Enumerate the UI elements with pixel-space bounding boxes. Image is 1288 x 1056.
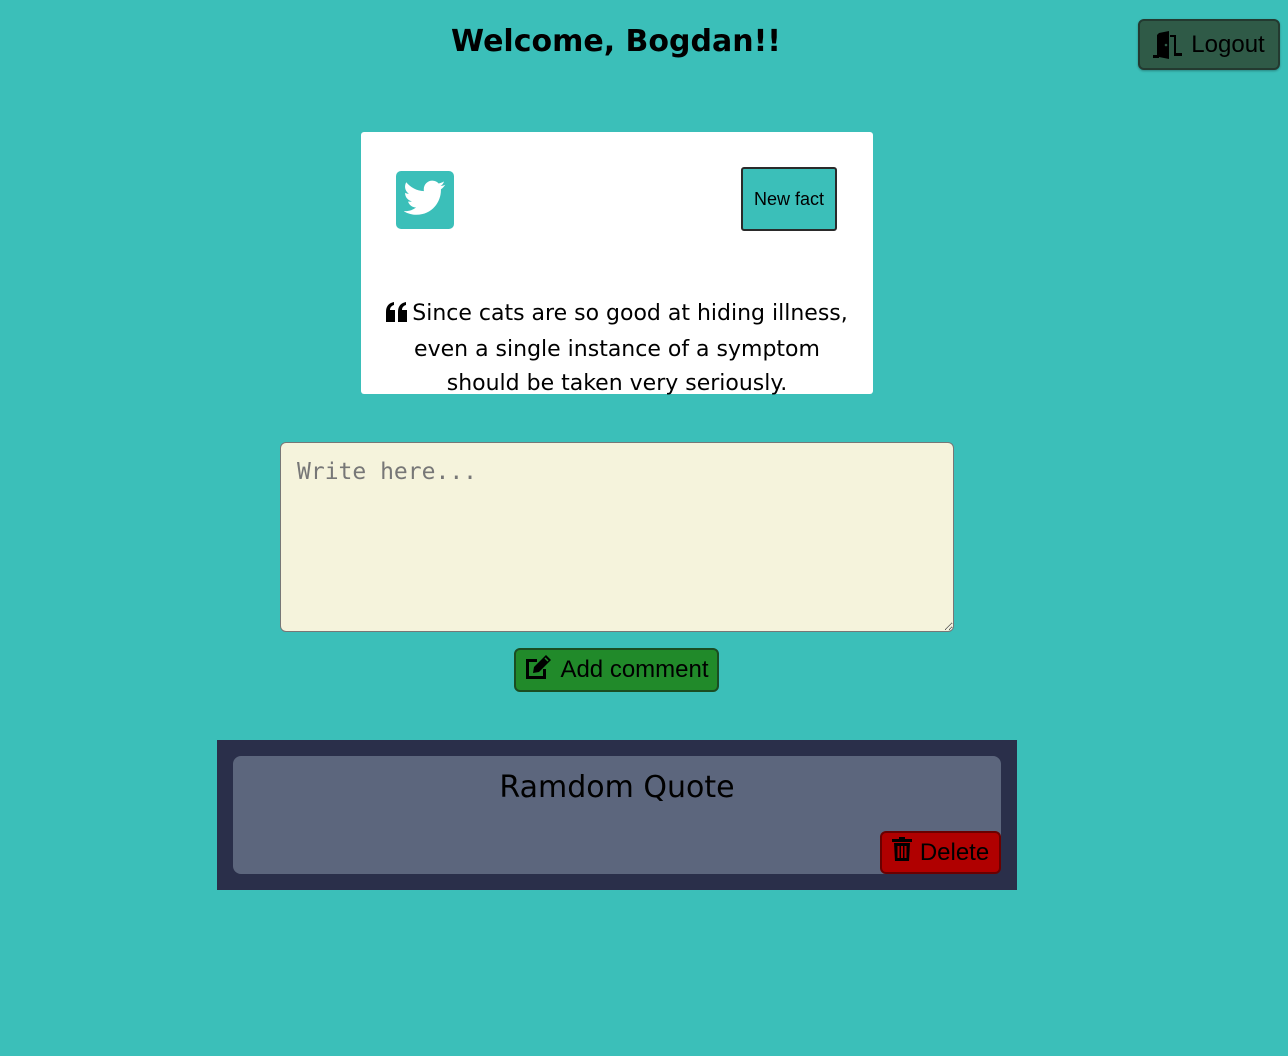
add-comment-label: Add comment [560,656,709,683]
cat-fact-card: New fact Since cats are so good at hidin… [361,132,873,396]
comments-panel: Ramdom Quote Delete [217,740,1017,890]
twitter-icon [403,180,446,220]
tweet-fact-button[interactable] [396,171,454,229]
quote-left-icon [386,299,408,333]
delete-comment-button[interactable]: Delete [880,831,1001,874]
logout-button[interactable]: Logout [1138,19,1280,70]
comment-textarea[interactable] [280,442,954,632]
trash-icon [891,837,912,868]
page-title: Welcome, Bogdan!! [451,24,781,59]
new-fact-button[interactable]: New fact [741,167,837,231]
logout-label: Logout [1191,30,1265,58]
door-exit-icon [1153,30,1185,59]
comment-item: Ramdom Quote Delete [233,756,1001,874]
fact-text: Since cats are so good at hiding illness… [412,301,848,396]
fact-quote: Since cats are so good at hiding illness… [377,297,857,401]
edit-icon [524,654,552,687]
comment-text: Ramdom Quote [499,770,735,805]
delete-label: Delete [919,838,990,866]
add-comment-button[interactable]: Add comment [514,648,719,692]
